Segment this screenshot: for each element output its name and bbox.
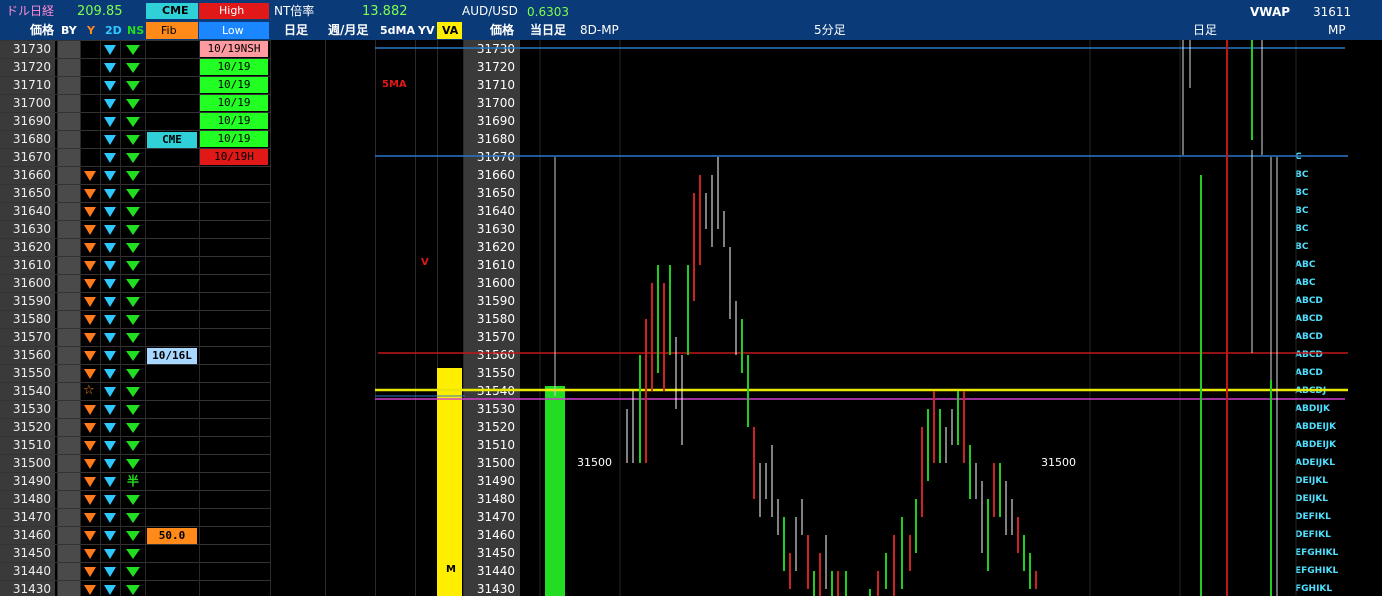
candlestick-chart	[375, 40, 1348, 596]
ma5-marker: 5MA	[382, 79, 407, 90]
chart-label-31500-right: 31500	[1041, 456, 1076, 469]
chart-label-31500-left: 31500	[577, 456, 612, 469]
v-marker: V	[421, 257, 429, 268]
va-m-marker: M	[446, 564, 456, 575]
trading-dashboard: ドル日経 209.85 CME High NT倍率 13.882 AUD/USD…	[0, 0, 1382, 596]
